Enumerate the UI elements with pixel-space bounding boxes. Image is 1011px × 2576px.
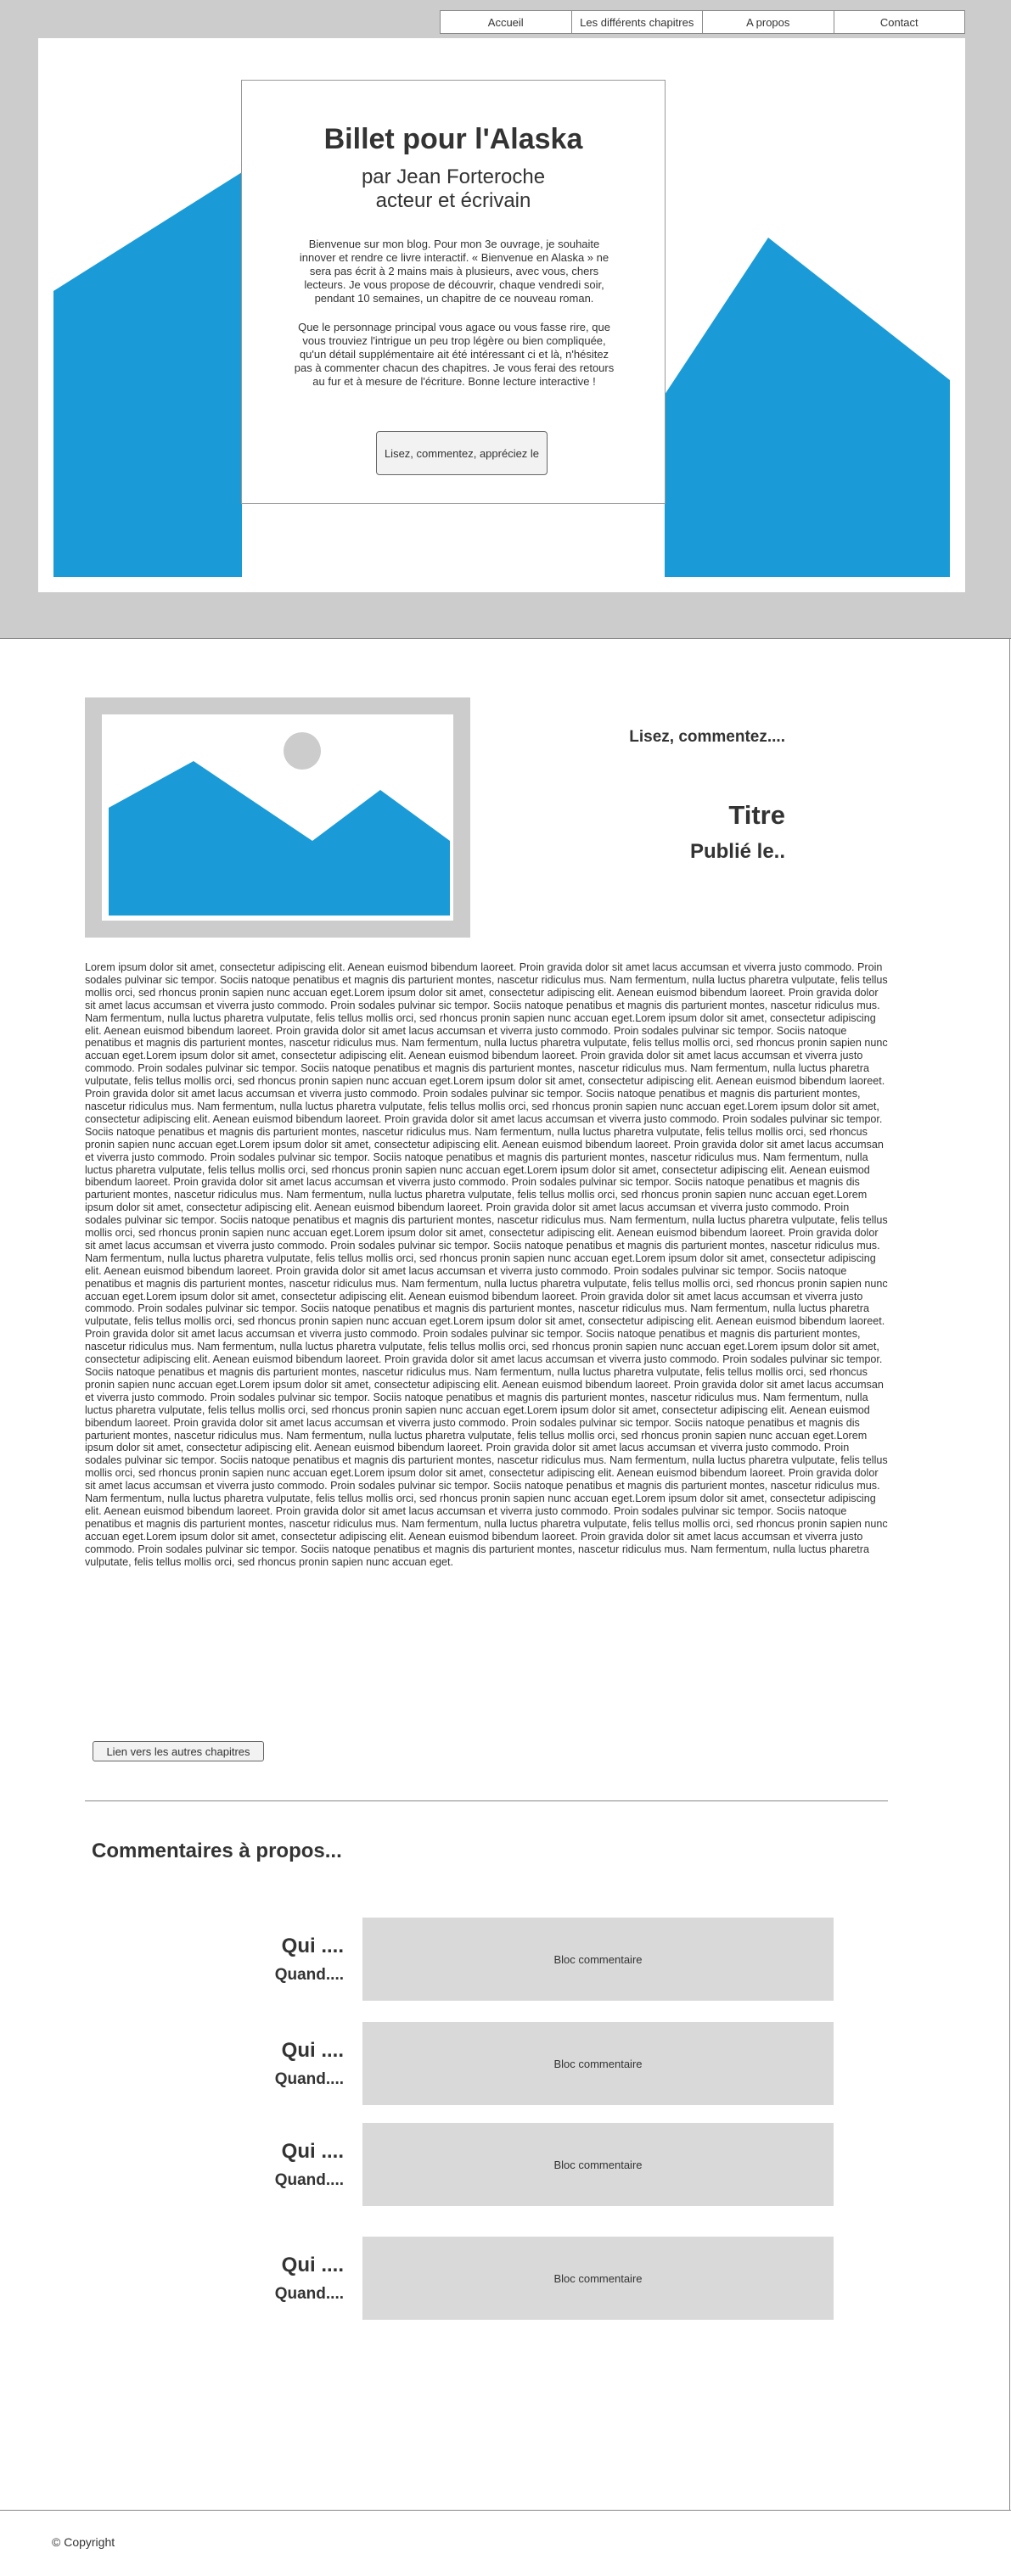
article-image (85, 697, 470, 938)
comment-date: Quand.... (274, 2171, 344, 2189)
article-published-date: Publié le.. (689, 840, 785, 863)
page-right-border (1009, 638, 1010, 2511)
main-nav: Accueil Les différents chapitres A propo… (440, 10, 965, 34)
hero-author-role: acteur et écrivain (375, 189, 531, 212)
section-divider (0, 638, 1011, 639)
comment-author: Qui .... (281, 2039, 344, 2062)
comment-block: Bloc commentaire (362, 1918, 834, 2001)
chapters-link-button[interactable]: Lien vers les autres chapitres (93, 1741, 264, 1761)
comment-date: Quand.... (274, 2285, 344, 2303)
comment-author: Qui .... (281, 2254, 344, 2276)
footer-divider (0, 2510, 1011, 2511)
comment-author: Qui .... (281, 1935, 344, 1957)
hero-cta-button[interactable]: Lisez, commentez, appréciez le (376, 431, 548, 475)
comment-date: Quand.... (274, 1966, 344, 1984)
comment-date: Quand.... (274, 2070, 344, 2088)
comment-block: Bloc commentaire (362, 2237, 834, 2320)
article-title: Titre (728, 800, 785, 830)
hero-title: Billet pour l'Alaska (323, 123, 583, 155)
comments-divider (85, 1800, 888, 1801)
article-tagline: Lisez, commentez.... (629, 728, 785, 746)
article-body: Lorem ipsum dolor sit amet, consectetur … (85, 961, 888, 1568)
nav-item-contact[interactable]: Contact (834, 11, 965, 33)
hero-invite-paragraph: Que le personnage principal vous agace o… (294, 321, 615, 388)
hero-intro-paragraph: Bienvenue sur mon blog. Pour mon 3e ouvr… (299, 238, 609, 305)
nav-item-accueil[interactable]: Accueil (441, 11, 572, 33)
nav-item-a-propos[interactable]: A propos (703, 11, 834, 33)
comment-block: Bloc commentaire (362, 2123, 834, 2206)
comment-author: Qui .... (281, 2140, 344, 2163)
footer-copyright: © Copyright (52, 2535, 115, 2549)
comment-block: Bloc commentaire (362, 2022, 834, 2105)
hero-card: Billet pour l'Alaska par Jean Forteroche… (241, 80, 666, 504)
nav-item-chapitres[interactable]: Les différents chapitres (572, 11, 703, 33)
comments-title: Commentaires à propos... (92, 1840, 342, 1862)
hero-author: par Jean Forteroche (361, 165, 546, 188)
image-placeholder-icon (109, 732, 450, 916)
